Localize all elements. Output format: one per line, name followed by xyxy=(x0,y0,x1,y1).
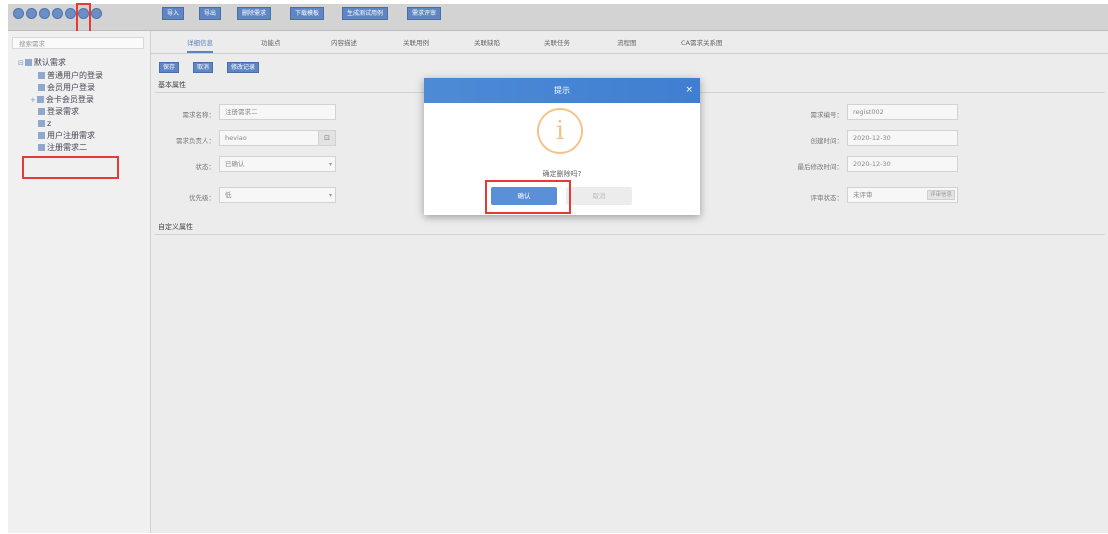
dialog-header: 提示 × xyxy=(424,78,700,103)
document-icon xyxy=(38,108,45,115)
field-label-review: 评审状态： xyxy=(810,194,844,202)
chevron-down-icon: ▾ xyxy=(328,192,332,199)
document-icon xyxy=(36,96,44,103)
created-time-input[interactable]: 2020-12-30 xyxy=(847,130,958,146)
field-label-id: 需求编号： xyxy=(810,111,844,119)
download-template-button[interactable]: 下载模板 xyxy=(290,7,325,20)
tree-item-label: 会员用户登录 xyxy=(47,83,95,92)
tree-item-selected[interactable]: 注册需求二 xyxy=(38,143,87,153)
search-input[interactable]: 搜索需求 xyxy=(12,37,144,49)
toolbar-circle-icon-2[interactable] xyxy=(26,8,37,19)
tab-ca-relationship[interactable]: CA需求关系图 xyxy=(681,37,723,47)
modified-time-input[interactable]: 2020-12-30 xyxy=(847,156,958,172)
field-label-modified: 最后修改时间： xyxy=(797,163,844,171)
tree-item-label: 用户注册需求 xyxy=(47,131,95,140)
owner-field[interactable]: heviao ⊡ xyxy=(219,130,336,146)
tree-item-root[interactable]: ⊟ 默认需求 xyxy=(18,58,66,68)
detail-tabs: 详细信息 功能点 内容描述 关联用例 关联缺陷 关联任务 流程图 CA需求关系图 xyxy=(151,31,1108,54)
requirement-name-input[interactable]: 注册需求二 xyxy=(219,104,336,120)
toolbar-circle-icon-1[interactable] xyxy=(13,8,24,19)
highlight-box-confirm xyxy=(485,180,571,214)
dialog-message: 确定删除吗? xyxy=(542,170,582,178)
dialog-cancel-button[interactable]: 取消 xyxy=(566,187,632,205)
document-icon xyxy=(38,72,45,79)
generate-testcase-button[interactable]: 生成测试用例 xyxy=(342,7,389,20)
chevron-down-icon: ▾ xyxy=(328,161,332,168)
tab-flowchart[interactable]: 流程图 xyxy=(617,37,637,47)
document-icon xyxy=(38,132,45,139)
tree-item[interactable]: + 会卡会员登录 xyxy=(30,95,94,105)
tab-functions[interactable]: 功能点 xyxy=(261,37,281,47)
tree-item-label: 登录需求 xyxy=(47,107,79,116)
tree-item-label: 会卡会员登录 xyxy=(45,95,94,104)
toolbar-circle-icon-5[interactable] xyxy=(65,8,76,19)
requirement-id-input[interactable]: regist002 xyxy=(847,104,958,120)
document-icon xyxy=(38,144,45,151)
toolbar-circle-icon-3[interactable] xyxy=(39,8,50,19)
highlight-box-tree-item xyxy=(22,156,119,179)
expand-icon[interactable]: + xyxy=(30,96,36,104)
tab-related-tasks[interactable]: 关联任务 xyxy=(544,37,570,47)
owner-value: heviao xyxy=(225,134,247,142)
collapse-icon[interactable]: ⊟ xyxy=(18,59,24,67)
tab-related-defects[interactable]: 关联缺陷 xyxy=(474,37,500,47)
tree-item[interactable]: z xyxy=(38,119,51,129)
tree-item[interactable]: 普通用户的登录 xyxy=(38,71,103,81)
export-button[interactable]: 导出 xyxy=(199,7,222,20)
field-label-priority: 优先级： xyxy=(189,194,215,202)
document-icon xyxy=(38,120,45,127)
requirement-tree-panel: 搜索需求 ⊟ 默认需求 普通用户的登录 会员用户登录 + 会卡会员登录 登录需求 z… xyxy=(8,31,151,533)
close-icon[interactable]: × xyxy=(685,78,693,103)
divider xyxy=(155,234,1105,235)
status-select[interactable]: 已确认 ▾ xyxy=(219,156,336,172)
review-status-value: 未评审 xyxy=(853,191,873,199)
priority-select[interactable]: 低 ▾ xyxy=(219,187,336,203)
tree-item-label: 注册需求二 xyxy=(47,143,87,152)
tab-content[interactable]: 内容描述 xyxy=(331,37,357,47)
requirement-review-button[interactable]: 需求评审 xyxy=(407,7,442,20)
review-info-button[interactable]: 评审信息 xyxy=(926,190,955,200)
field-label-owner: 需求负责人： xyxy=(176,137,215,145)
dialog-title: 提示 xyxy=(554,86,570,95)
document-icon xyxy=(38,84,45,91)
basic-section-title: 基本属性 xyxy=(158,81,186,89)
tree-item-label: 普通用户的登录 xyxy=(47,71,103,80)
history-button[interactable]: 修改记录 xyxy=(227,62,260,73)
priority-value: 低 xyxy=(225,191,232,199)
review-status-field[interactable]: 未评审 评审信息 xyxy=(847,187,958,203)
toolbar-circle-icon-4[interactable] xyxy=(52,8,63,19)
delete-requirement-button[interactable]: 删除需求 xyxy=(237,7,272,20)
lock-icon[interactable]: ⊡ xyxy=(318,131,335,145)
field-label-name: 需求名称： xyxy=(182,111,216,119)
tree-item-label: z xyxy=(47,119,52,128)
import-button[interactable]: 导入 xyxy=(162,7,185,20)
custom-section-title: 自定义属性 xyxy=(158,223,193,231)
save-button[interactable]: 保存 xyxy=(159,62,180,73)
tree-item[interactable]: 登录需求 xyxy=(38,107,79,117)
toolbar-circle-icon-7[interactable] xyxy=(91,8,102,19)
field-label-status: 状态： xyxy=(195,163,216,171)
cancel-button[interactable]: 取消 xyxy=(193,62,214,73)
tree-item[interactable]: 会员用户登录 xyxy=(38,83,95,93)
folder-icon xyxy=(24,59,32,66)
field-label-created: 创建时间： xyxy=(810,137,844,145)
status-value: 已确认 xyxy=(225,160,245,168)
tab-details[interactable]: 详细信息 xyxy=(187,37,213,53)
tree-item[interactable]: 用户注册需求 xyxy=(38,131,95,141)
tree-item-label: 默认需求 xyxy=(33,58,66,67)
tab-related-cases[interactable]: 关联用例 xyxy=(403,37,429,47)
info-icon: i xyxy=(537,108,583,154)
